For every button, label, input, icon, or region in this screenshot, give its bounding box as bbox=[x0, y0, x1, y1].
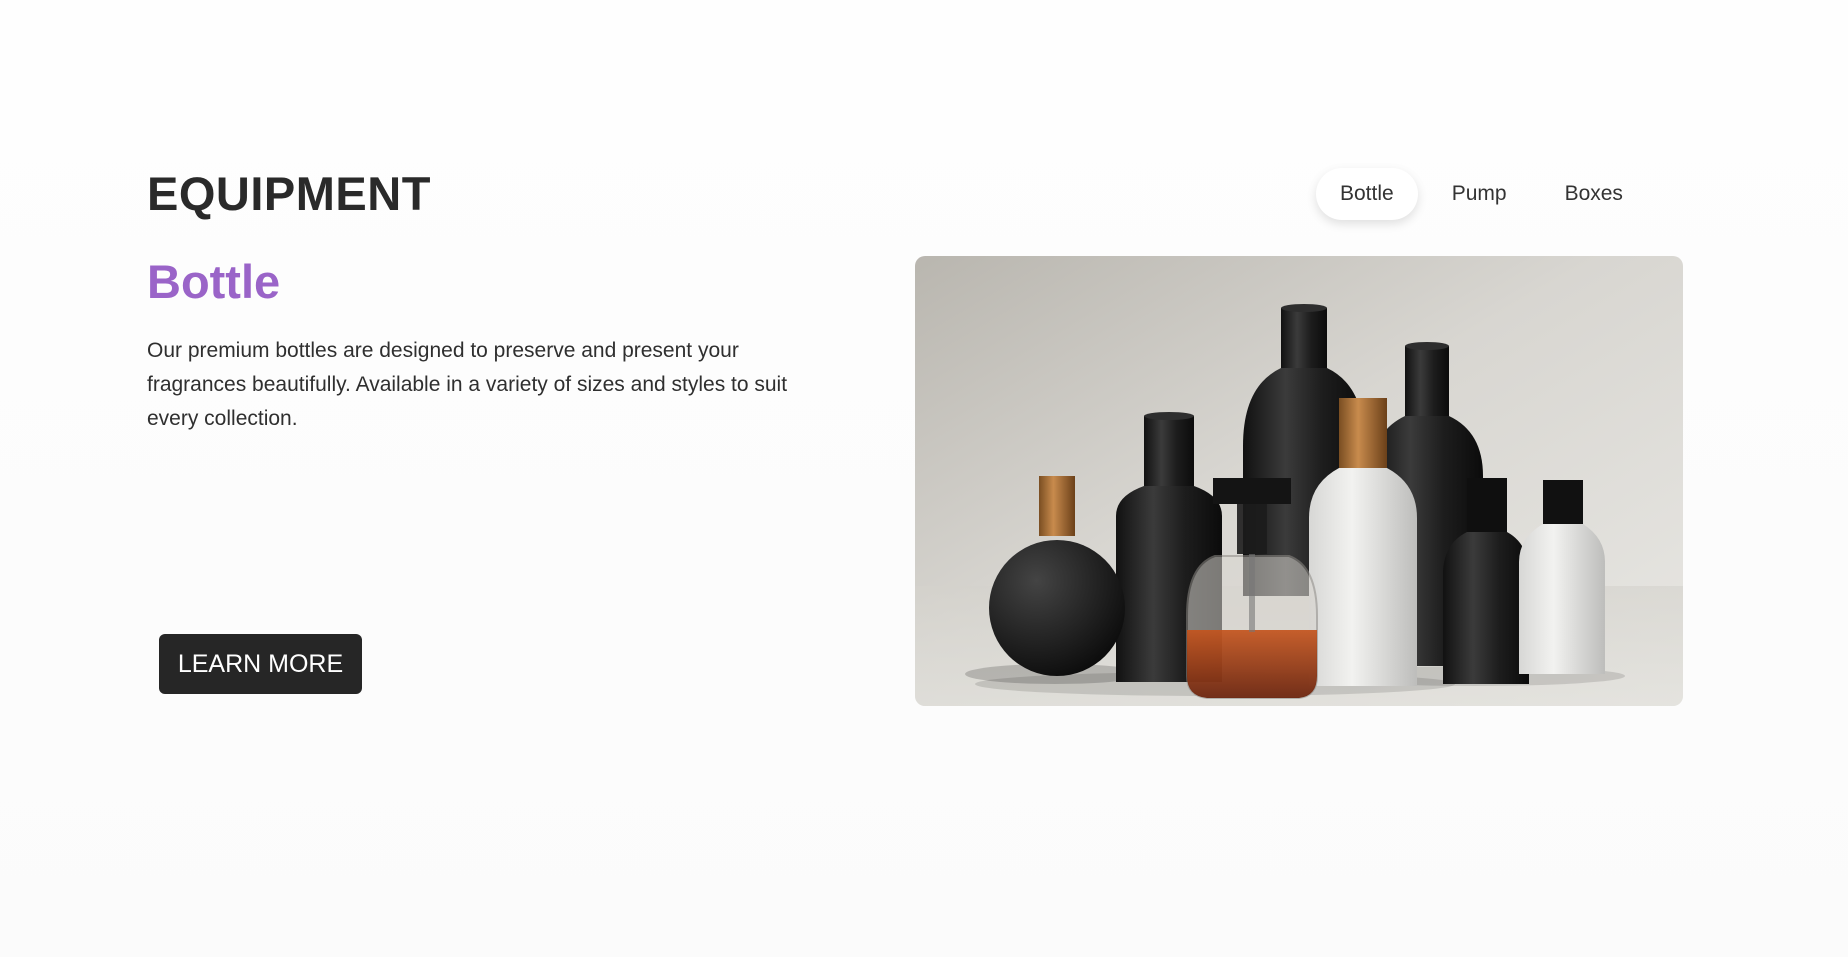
product-description: Our premium bottles are designed to pres… bbox=[147, 339, 788, 430]
equipment-section: EQUIPMENT Bottle Pump Boxes Bottle Our p… bbox=[0, 0, 1848, 957]
tab-pump[interactable]: Pump bbox=[1428, 168, 1531, 220]
bottle-collection-image bbox=[915, 256, 1683, 706]
tab-bottle[interactable]: Bottle bbox=[1316, 168, 1418, 220]
product-title: Bottle bbox=[147, 255, 281, 308]
learn-more-button[interactable]: LEARN MORE bbox=[159, 634, 362, 694]
product-image bbox=[915, 256, 1683, 706]
product-tabs: Bottle Pump Boxes bbox=[1316, 168, 1647, 220]
section-title: EQUIPMENT bbox=[147, 167, 431, 220]
tab-boxes[interactable]: Boxes bbox=[1541, 168, 1647, 220]
